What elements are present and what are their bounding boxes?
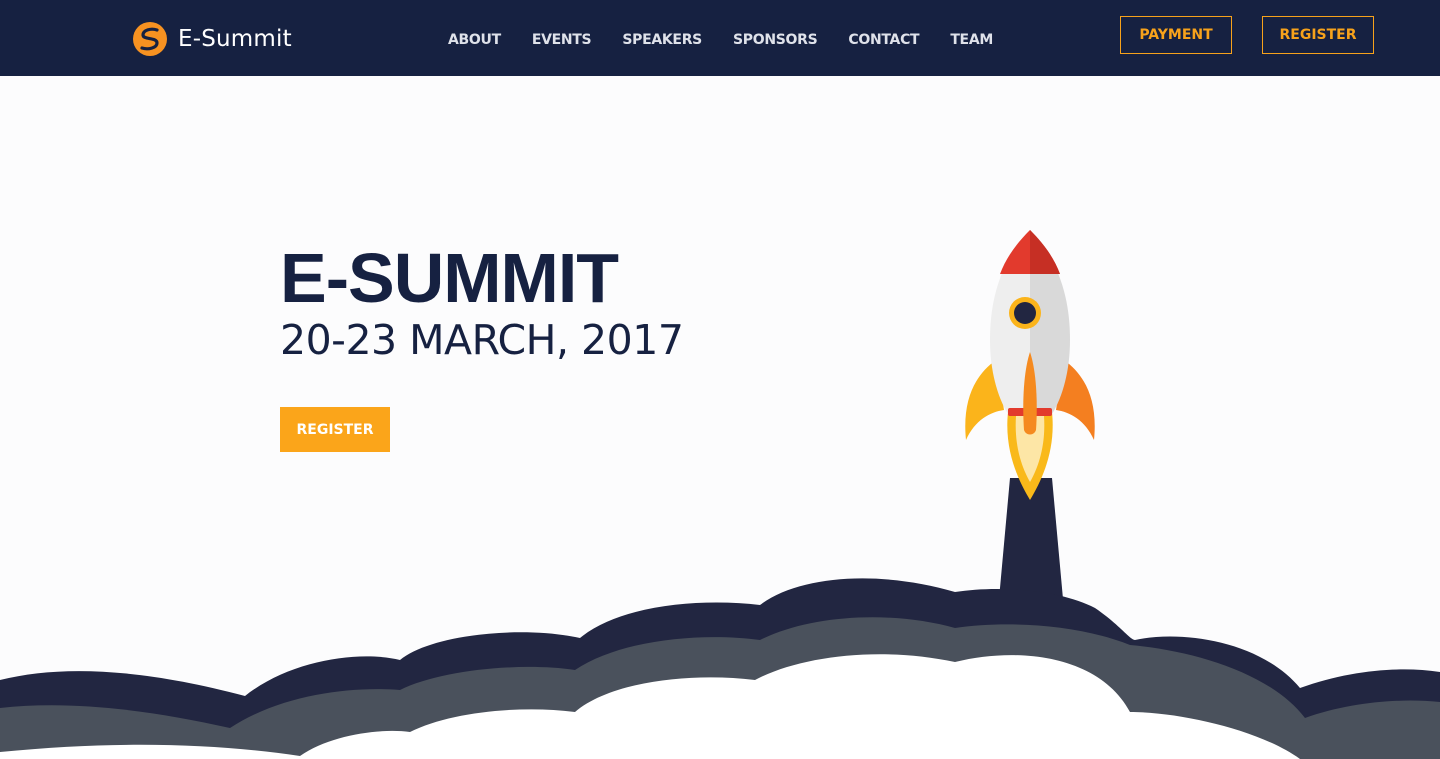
smoke-cloud-grey — [0, 617, 1440, 759]
nav-link-contact[interactable]: CONTACT — [848, 32, 919, 48]
rocket-icon — [965, 230, 1095, 500]
rocket-body-right — [1030, 230, 1070, 414]
rocket-fin-left — [965, 360, 1004, 440]
smoke-cloud-dark — [0, 578, 1440, 759]
payment-button[interactable]: PAYMENT — [1120, 16, 1232, 54]
register-button-nav[interactable]: REGISTER — [1262, 16, 1374, 54]
nav-link-sponsors[interactable]: SPONSORS — [733, 32, 818, 48]
hero-title: E-SUMMIT — [280, 239, 619, 317]
rocket-body-left — [990, 230, 1030, 414]
primary-nav: ABOUT EVENTS SPEAKERS SPONSORS CONTACT T… — [448, 32, 1024, 48]
top-navbar: E-Summit ABOUT EVENTS SPEAKERS SPONSORS … — [0, 0, 1440, 76]
rocket-fin-right — [1056, 360, 1095, 440]
rocket-flame-outer — [1007, 412, 1053, 500]
hero-register-button[interactable]: REGISTER — [280, 407, 390, 452]
rocket-fin-center — [1023, 352, 1037, 435]
nav-link-speakers[interactable]: SPEAKERS — [622, 32, 702, 48]
smoke-cloud-white — [0, 654, 1300, 759]
rocket-window — [1009, 297, 1041, 329]
rocket-exhaust-trail — [998, 478, 1064, 610]
brand-logo[interactable]: E-Summit — [132, 20, 292, 58]
hero-date: 20-23 MARCH, 2017 — [280, 316, 684, 364]
brand-name: E-Summit — [178, 26, 292, 52]
nav-link-team[interactable]: TEAM — [950, 32, 993, 48]
rocket-base-ring — [1008, 408, 1052, 416]
rocket-flame-inner — [1015, 416, 1045, 482]
logo-icon — [133, 22, 167, 56]
nav-link-about[interactable]: ABOUT — [448, 32, 501, 48]
rocket-nose — [1000, 230, 1060, 274]
hero-illustration — [0, 230, 1440, 759]
nav-link-events[interactable]: EVENTS — [532, 32, 592, 48]
